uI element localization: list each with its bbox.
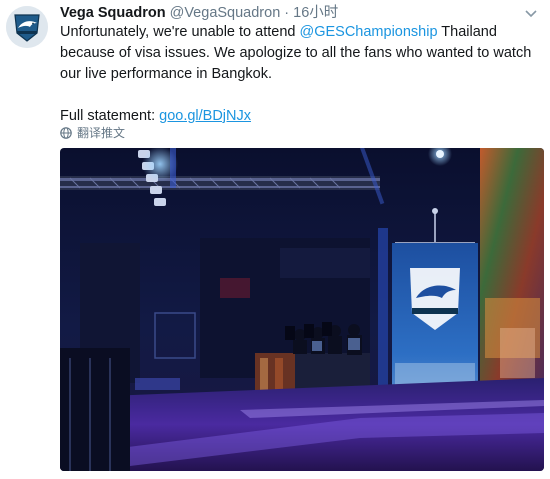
avatar[interactable] [6,6,48,48]
statement-label: Full statement: [60,108,160,124]
vega-logo-icon [6,6,48,48]
timestamp[interactable]: 16小时 [293,5,338,21]
chevron-down-icon [525,10,537,18]
mention-link[interactable]: @GESChampionship [299,24,437,40]
tweet-header: Vega Squadron @VegaSquadron · 16小时 [60,4,530,24]
tweet-photo[interactable] [60,148,544,471]
esports-stage-image [60,148,544,471]
tweet-text-part1: Unfortunately, we're unable to attend [60,24,300,40]
user-handle[interactable]: @VegaSquadron [170,5,281,21]
globe-icon [60,126,72,139]
tweet-text: Unfortunately, we're unable to attend @G… [60,22,540,127]
separator: · [284,5,290,21]
translate-tweet-button[interactable]: 翻译推文 [60,124,125,141]
tweet: Vega Squadron @VegaSquadron · 16小时 Unfor… [0,0,550,479]
translate-label: 翻译推文 [77,126,126,140]
tweet-paragraph: Unfortunately, we're unable to attend @G… [60,22,540,85]
statement-line: Full statement: goo.gl/BDjNJx [60,106,540,127]
more-options-button[interactable] [524,6,538,20]
display-name[interactable]: Vega Squadron [60,5,166,21]
statement-link[interactable]: goo.gl/BDjNJx [159,108,251,124]
